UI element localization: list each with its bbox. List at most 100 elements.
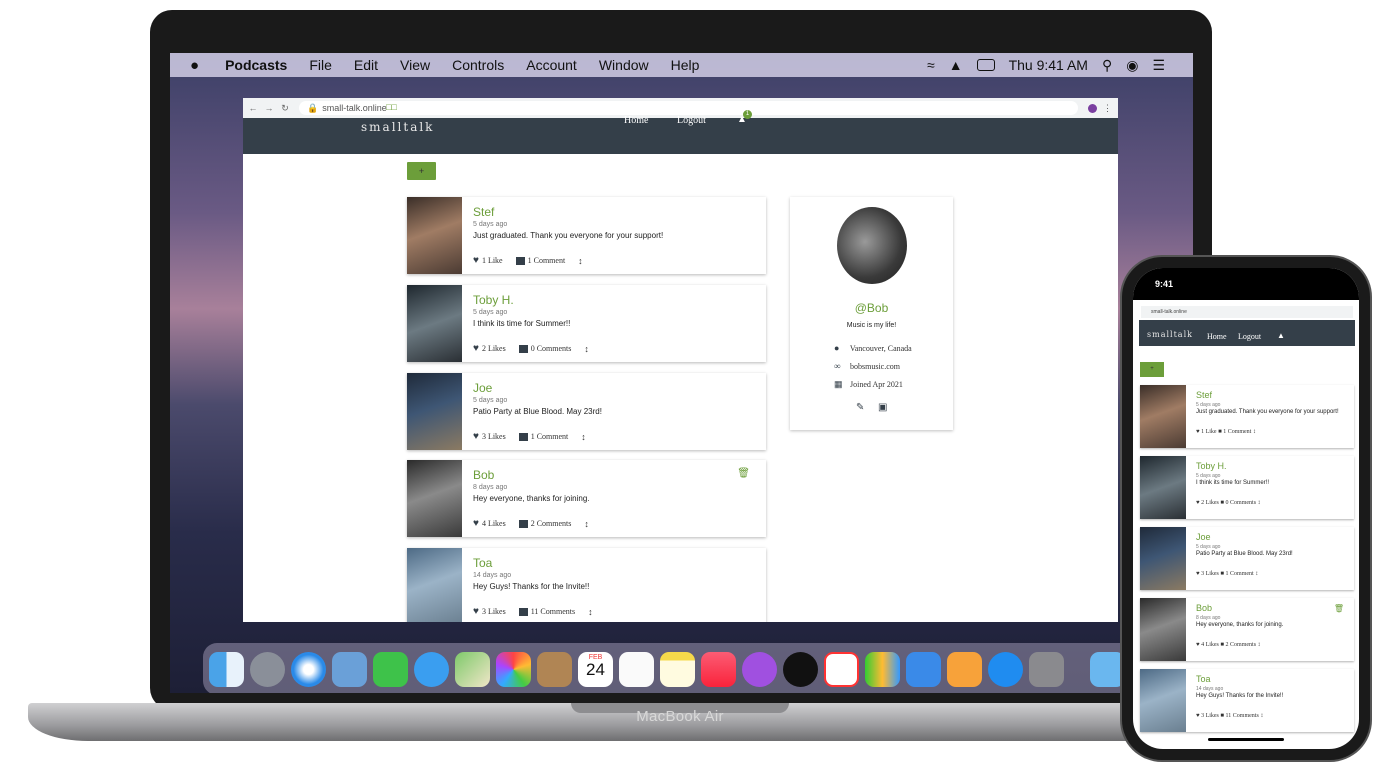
safari-icon[interactable] [291, 651, 326, 687]
menu-file[interactable]: File [309, 57, 332, 73]
comment-icon[interactable]: ■ [1220, 571, 1224, 577]
like-heart-icon[interactable]: ♥ [473, 518, 479, 529]
forward-icon[interactable]: → [263, 103, 275, 113]
nav-home-link[interactable]: Home [624, 115, 648, 126]
comment-icon[interactable] [518, 344, 528, 353]
comment-icon[interactable]: ■ [1220, 713, 1224, 719]
delete-trash-icon[interactable]: 🗑 [737, 468, 750, 479]
add-post-button[interactable]: + [407, 162, 436, 180]
edit-pencil-icon[interactable]: ✎ [856, 402, 864, 413]
comment-count[interactable]: 1 Comment [1226, 571, 1254, 577]
menubar-clock[interactable]: Thu 9:41 AM [1009, 57, 1088, 73]
expand-toggle-icon[interactable]: ↕ [1258, 642, 1261, 648]
post-author-name[interactable]: Toby H. [473, 293, 514, 307]
news-icon[interactable] [824, 651, 859, 687]
mail-icon[interactable] [332, 651, 367, 687]
comment-icon[interactable]: ■ [1220, 642, 1224, 648]
photos-icon[interactable] [496, 651, 531, 687]
like-heart-icon[interactable]: ♥ [1196, 642, 1200, 648]
pages-icon[interactable] [947, 651, 982, 687]
notes-icon[interactable] [660, 651, 695, 687]
post-author-name[interactable]: Joe [1196, 532, 1211, 542]
menu-view[interactable]: View [400, 57, 430, 73]
post-author-name[interactable]: Toa [1196, 674, 1211, 684]
wifi-icon[interactable]: ≈ [927, 57, 935, 73]
comment-icon[interactable]: ■ [1218, 429, 1222, 435]
upload-image-icon[interactable]: ▣ [878, 402, 887, 413]
menu-controls[interactable]: Controls [452, 57, 504, 73]
keynote-icon[interactable] [906, 651, 941, 687]
post-author-name[interactable]: Stef [473, 205, 494, 219]
like-heart-icon[interactable]: ♥ [473, 343, 479, 354]
comment-count[interactable]: 11 Comments [1226, 713, 1259, 719]
like-heart-icon[interactable]: ♥ [1196, 571, 1200, 577]
post-author-name[interactable]: Toa [473, 556, 492, 570]
comment-icon[interactable] [518, 607, 528, 616]
comment-count[interactable]: 11 Comments [531, 607, 575, 616]
downloads-folder-icon[interactable] [1090, 651, 1125, 687]
podcasts-icon[interactable] [742, 651, 777, 687]
like-heart-icon[interactable]: ♥ [473, 431, 479, 442]
reload-icon[interactable]: ↻ [279, 103, 291, 114]
post-author-name[interactable]: Bob [1196, 603, 1212, 613]
menu-account[interactable]: Account [526, 57, 577, 73]
comment-count[interactable]: 1 Comment [531, 432, 569, 441]
phone-home-indicator[interactable] [1208, 738, 1284, 741]
battery-icon[interactable] [976, 59, 995, 71]
contacts-icon[interactable] [537, 651, 572, 687]
maps-icon[interactable] [455, 651, 490, 687]
reminders-icon[interactable] [619, 651, 654, 687]
control-center-icon[interactable]: ☰ [1152, 57, 1165, 74]
comment-icon[interactable]: ■ [1220, 500, 1224, 506]
phone-bell-icon[interactable]: ▲ [1277, 331, 1285, 340]
like-heart-icon[interactable]: ♥ [473, 255, 479, 266]
profile-website-link[interactable]: bobsmusic.com [850, 362, 900, 371]
airplay-icon[interactable]: ▲ [949, 57, 963, 73]
like-heart-icon[interactable]: ♥ [473, 606, 479, 617]
menu-window[interactable]: Window [599, 57, 649, 73]
system-preferences-icon[interactable] [1029, 651, 1064, 687]
app-name-menu[interactable]: Podcasts [225, 57, 287, 73]
facetime-icon[interactable] [373, 651, 408, 687]
post-author-name[interactable]: Stef [1196, 390, 1212, 400]
app-store-icon[interactable] [988, 651, 1023, 687]
delete-trash-icon[interactable]: 🗑 [1334, 604, 1344, 613]
messages-icon[interactable] [414, 651, 449, 687]
menu-dots-icon[interactable]: ⋮ [1103, 103, 1112, 114]
profile-avatar-icon[interactable] [1088, 103, 1097, 113]
music-icon[interactable] [701, 651, 736, 687]
comment-count[interactable]: 1 Comment [528, 256, 566, 265]
phone-nav-home-link[interactable]: Home [1207, 332, 1227, 341]
menu-edit[interactable]: Edit [354, 57, 378, 73]
comment-icon[interactable] [518, 519, 528, 528]
comment-icon[interactable] [515, 256, 525, 265]
phone-address-bar[interactable]: small-talk.online [1141, 306, 1353, 318]
finder-icon[interactable] [209, 651, 244, 687]
address-bar[interactable]: 🔒 small-talk.online [299, 101, 1078, 115]
comment-count[interactable]: 0 Comments [1226, 500, 1257, 506]
spotlight-search-icon[interactable]: ⚲ [1102, 57, 1112, 74]
menu-help[interactable]: Help [671, 57, 700, 73]
phone-nav-logout-link[interactable]: Logout [1238, 332, 1261, 341]
comment-count[interactable]: 0 Comments [531, 344, 572, 353]
tv-icon[interactable] [783, 651, 818, 687]
comment-count[interactable]: 2 Comments [531, 519, 572, 528]
comment-count[interactable]: 1 Comment [1223, 429, 1251, 435]
expand-toggle-icon[interactable]: ↕ [578, 256, 583, 266]
back-icon[interactable]: ← [247, 103, 259, 113]
post-author-name[interactable]: Bob [473, 468, 494, 482]
expand-toggle-icon[interactable]: ↕ [1253, 429, 1256, 435]
like-heart-icon[interactable]: ♥ [1196, 500, 1200, 506]
expand-toggle-icon[interactable]: ↕ [1260, 713, 1263, 719]
expand-toggle-icon[interactable]: ↕ [584, 519, 589, 529]
expand-toggle-icon[interactable]: ↕ [584, 344, 589, 354]
phone-add-post-button[interactable]: + [1140, 362, 1164, 377]
phone-site-logo[interactable]: smalltalk [1147, 330, 1193, 339]
comment-count[interactable]: 2 Comments [1226, 642, 1257, 648]
launchpad-icon[interactable] [250, 651, 285, 687]
expand-toggle-icon[interactable]: ↕ [581, 432, 586, 442]
site-logo[interactable]: smalltalk [361, 120, 434, 134]
siri-icon[interactable]: ◉ [1126, 57, 1138, 74]
comment-icon[interactable] [518, 432, 528, 441]
like-heart-icon[interactable]: ♥ [1196, 429, 1200, 435]
